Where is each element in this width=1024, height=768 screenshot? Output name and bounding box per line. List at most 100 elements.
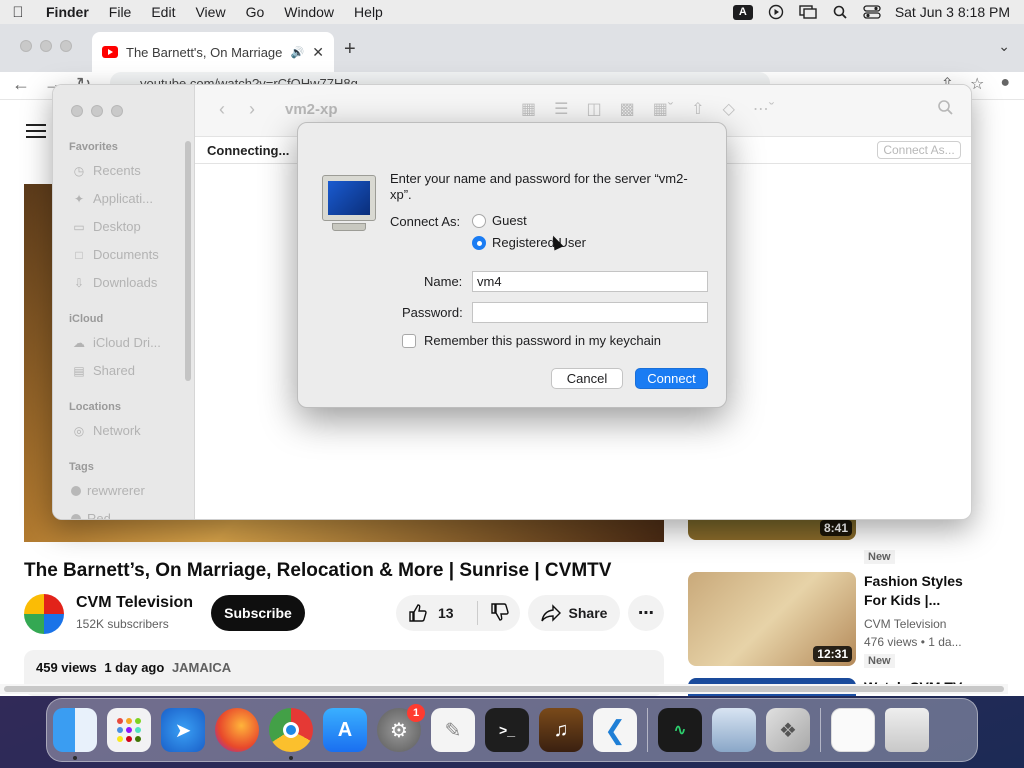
minimize-window-button[interactable] [40,40,52,52]
screen-mirroring-icon[interactable] [799,4,817,20]
recommended-video[interactable]: 12:31 Fashion Styles For Kids |... CVM T… [688,572,1008,668]
radio-selected-icon [472,235,486,250]
zoom-window-button[interactable] [60,40,72,52]
menu-view[interactable]: View [185,4,235,20]
dock-chrome-icon[interactable] [269,708,313,760]
globe-icon: ◎ [73,423,85,438]
tab-search-chevron-icon[interactable]: ⌄ [998,38,1010,55]
finder-search-icon[interactable] [937,99,953,120]
connect-as-button[interactable]: Connect As... [877,141,961,159]
sidebar-item-applications[interactable]: ✦ Applicati... [71,191,153,206]
channel-name[interactable]: CVM Television [76,594,193,612]
sidebar-item-downloads[interactable]: ⇩ Downloads [71,275,157,290]
share-button[interactable]: Share [528,595,620,631]
finder-forward-icon[interactable]: › [249,99,255,120]
menu-clock[interactable]: Sat Jun 3 8:18 PM [895,4,1010,20]
finder-zoom-button[interactable] [111,105,123,117]
dock-activity-monitor-icon[interactable]: ∿ [658,708,702,752]
recommended-video[interactable]: 8:41 New [688,446,1008,568]
new-tab-icon[interactable]: + [344,38,356,61]
close-tab-icon[interactable]: ✕ [312,44,324,61]
bookmark-star-icon[interactable]: ☆ [970,74,984,94]
registered-user-radio[interactable]: Registered User [472,235,586,250]
sidebar-item-desktop[interactable]: ▭ Desktop [71,219,140,234]
gallery-view-icon[interactable]: ▩ [620,99,635,119]
finder-minimize-button[interactable] [91,105,103,117]
share-arrow-icon [540,604,561,622]
menu-file[interactable]: File [99,4,142,20]
password-field[interactable] [472,302,708,323]
dock-app-store-icon[interactable]: A [323,708,367,752]
more-actions-icon[interactable]: ⋯ [628,595,664,631]
dock-launchpad-icon[interactable] [107,708,151,752]
subscribe-button[interactable]: Subscribe [211,595,305,631]
dock-safari-icon[interactable]: ➤ [161,708,205,752]
back-arrow-icon[interactable]: ← [12,74,30,95]
sidebar-item-recents[interactable]: ◷ Recents [71,163,141,178]
tag-icon[interactable]: ◇ [723,99,735,119]
dock-finder-icon[interactable] [53,708,97,760]
tag-dot-icon [71,485,81,496]
menu-app-name[interactable]: Finder [36,4,99,20]
dock-textedit-icon[interactable]: ✎ [431,708,475,752]
sidebar-scrollbar[interactable] [185,141,191,381]
sidebar-item-icloud-drive[interactable]: ☁ iCloud Dri... [71,335,161,350]
menu-window[interactable]: Window [274,4,344,20]
registered-user-label: Registered User [492,235,586,250]
sidebar-item-shared[interactable]: ▤ Shared [71,363,135,378]
sidebar-tag-rewwrerer[interactable]: rewwrerer [71,483,145,498]
action-menu-icon[interactable]: ⋯ˇ [753,99,774,119]
sidebar-item-network[interactable]: ◎ Network [71,423,141,438]
thumbs-up-icon [409,604,427,622]
name-field[interactable] [472,271,708,292]
dock-terminal-icon[interactable]: >_ [485,708,529,752]
dock-firefox-icon[interactable] [215,708,259,752]
dislike-button[interactable] [478,602,510,625]
dock-separator [647,708,648,752]
group-by-icon[interactable]: ▦ˇ [653,99,673,119]
menu-go[interactable]: Go [236,4,275,20]
control-center-icon[interactable] [863,4,881,20]
guest-radio[interactable]: Guest [472,213,527,228]
menu-edit[interactable]: Edit [141,4,185,20]
sidebar-tag-red[interactable]: Red [71,511,111,519]
spotlight-search-icon[interactable] [831,4,849,20]
remember-password-checkbox[interactable]: Remember this password in my keychain [402,333,661,348]
icon-view-icon[interactable]: ▦ [521,99,536,119]
menu-help[interactable]: Help [344,4,393,20]
recommended-title[interactable]: Fashion Styles For Kids |... [864,572,988,610]
tab-title: The Barnett's, On Marriage [126,44,283,60]
audio-playing-icon[interactable]: 🔊 [291,46,305,59]
column-view-icon[interactable]: ◫ [586,99,601,119]
connect-button[interactable]: Connect [635,368,708,389]
dock-migration-assistant-icon[interactable]: ❖ [766,708,810,752]
checkbox-unchecked-icon [402,333,416,348]
dock-trash-icon[interactable] [885,708,929,752]
input-source-icon[interactable]: A [732,4,753,20]
channel-avatar[interactable] [24,594,64,634]
hamburger-menu-icon[interactable] [26,124,46,142]
location-tag[interactable]: JAMAICA [172,660,231,675]
cancel-button[interactable]: Cancel [551,368,623,389]
close-window-button[interactable] [20,40,32,52]
dock-vscode-icon[interactable]: ❮ [593,708,637,752]
dock-system-settings-icon[interactable]: ⚙ 1 [377,704,425,752]
connecting-status: Connecting... [207,143,290,158]
browser-tab-youtube[interactable]: The Barnett's, On Marriage 🔊 ✕ [92,32,334,72]
shared-folder-icon: ▤ [73,363,85,378]
recommended-thumbnail[interactable]: 12:31 [688,572,856,666]
dock-preview-icon[interactable] [712,708,756,752]
horizontal-scrollbar[interactable] [0,684,1008,694]
share-icon[interactable]: ⇧ [691,99,704,119]
list-view-icon[interactable]: ☰ [554,99,568,119]
like-button[interactable]: 13 [396,601,478,625]
sidebar-item-documents[interactable]: □ Documents [71,247,158,262]
finder-back-icon[interactable]: ‹ [219,99,225,120]
name-label: Name: [424,274,463,289]
play-icon[interactable] [767,4,785,20]
finder-close-button[interactable] [71,105,83,117]
dock-garageband-icon[interactable]: ♫ [539,708,583,752]
dock-downloads-stack-icon[interactable] [831,708,875,752]
profile-avatar-icon[interactable]: ● [1000,74,1010,94]
apple-menu-icon[interactable]:  [0,4,36,21]
